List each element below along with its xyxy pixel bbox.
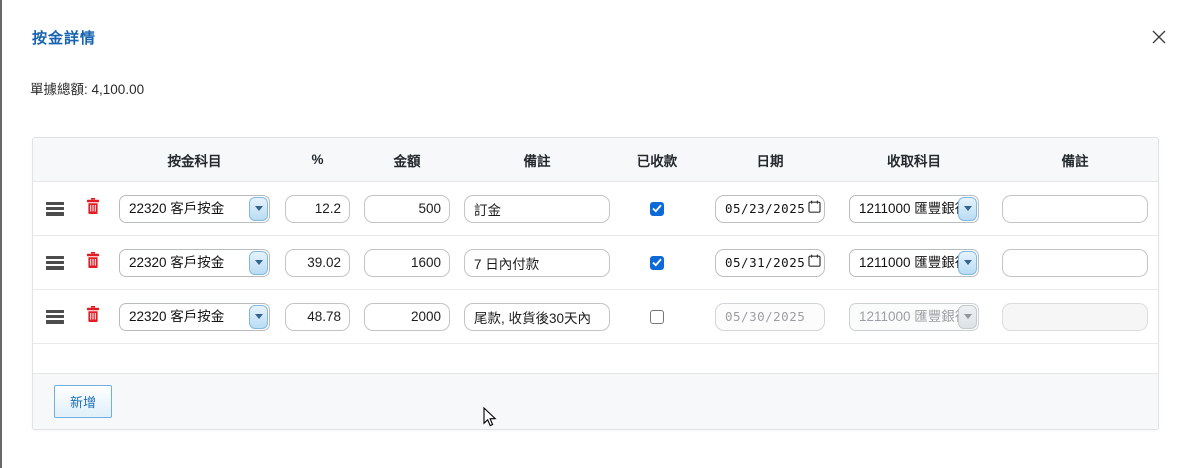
calendar-icon[interactable] — [808, 200, 821, 218]
deposit-account-value: 22320 客戶按金 — [129, 304, 224, 330]
dropdown-arrow-icon[interactable] — [958, 197, 977, 221]
document-total-value: 4,100.00 — [92, 82, 145, 97]
remark2-input — [1002, 303, 1148, 331]
collect-account-value: 1211000 匯豐銀行 — [859, 250, 968, 276]
dropdown-arrow-icon[interactable] — [249, 197, 268, 221]
collect-account-value: 1211000 匯豐銀行 — [859, 196, 968, 222]
header-date: 日期 — [715, 150, 825, 170]
header-deposit-account: 按金科目 — [119, 150, 270, 170]
table-row: 22320 客戶按金 05/31/2025 1211000 匯豐銀行 — [33, 236, 1158, 290]
header-remark2: 備註 — [1002, 150, 1148, 170]
drag-handle-icon[interactable] — [46, 256, 64, 270]
document-total: 單據總額: 4,100.00 — [30, 78, 144, 98]
remark2-input[interactable] — [1002, 249, 1148, 277]
received-checkbox[interactable] — [650, 202, 664, 216]
trash-icon[interactable] — [86, 306, 100, 327]
table-header-row: 按金科目 % 金額 備註 已收款 日期 收取科目 備註 — [33, 138, 1158, 182]
window-left-edge — [0, 0, 2, 468]
dropdown-arrow-icon[interactable] — [249, 251, 268, 275]
received-checkbox[interactable] — [650, 310, 664, 324]
remark-input[interactable] — [464, 249, 610, 277]
deposit-account-value: 22320 客戶按金 — [129, 250, 224, 276]
close-icon[interactable] — [1148, 26, 1170, 48]
deposit-account-select[interactable]: 22320 客戶按金 — [119, 195, 270, 223]
dropdown-arrow-icon[interactable] — [249, 305, 268, 329]
table-row: 22320 客戶按金 05/30/2025 1211000 匯豐銀行 — [33, 290, 1158, 344]
date-value: 05/30/2025 — [725, 309, 817, 324]
collect-account-select: 1211000 匯豐銀行 — [849, 303, 979, 331]
header-remark: 備註 — [464, 150, 610, 170]
calendar-icon[interactable] — [808, 254, 821, 272]
trash-icon[interactable] — [86, 252, 100, 273]
date-input[interactable]: 05/31/2025 — [715, 249, 825, 277]
dropdown-arrow-icon[interactable] — [958, 251, 977, 275]
percent-input[interactable] — [285, 249, 350, 277]
deposit-account-value: 22320 客戶按金 — [129, 196, 224, 222]
header-received: 已收款 — [620, 150, 694, 170]
deposit-account-select[interactable]: 22320 客戶按金 — [119, 303, 270, 331]
table-row: 22320 客戶按金 05/23/2025 1211000 匯豐銀行 — [33, 182, 1158, 236]
deposit-account-select[interactable]: 22320 客戶按金 — [119, 249, 270, 277]
date-input: 05/30/2025 — [715, 303, 825, 331]
table-footer: 新增 — [33, 373, 1158, 429]
amount-input[interactable] — [364, 195, 450, 223]
page-title: 按金詳情 — [32, 27, 96, 48]
deposit-details-modal: 按金詳情 單據總額: 4,100.00 按金科目 % 金額 備註 已收款 日期 … — [0, 0, 1191, 468]
remark-input[interactable] — [464, 303, 610, 331]
header-collect-account: 收取科目 — [849, 150, 979, 170]
date-value: 05/23/2025 — [725, 201, 805, 216]
collect-account-value: 1211000 匯豐銀行 — [859, 304, 968, 330]
collect-account-select[interactable]: 1211000 匯豐銀行 — [849, 249, 979, 277]
dropdown-arrow-icon — [958, 305, 977, 329]
drag-handle-icon[interactable] — [46, 310, 64, 324]
empty-row-area — [33, 344, 1158, 373]
remark2-input[interactable] — [1002, 195, 1148, 223]
trash-icon[interactable] — [86, 198, 100, 219]
percent-input[interactable] — [285, 195, 350, 223]
deposit-table: 按金科目 % 金額 備註 已收款 日期 收取科目 備註 22320 客戶按金 — [32, 137, 1159, 430]
header-amount: 金額 — [364, 150, 450, 170]
header-percent: % — [285, 152, 350, 167]
drag-handle-icon[interactable] — [46, 202, 64, 216]
received-checkbox[interactable] — [650, 256, 664, 270]
add-row-button[interactable]: 新增 — [54, 385, 112, 418]
date-value: 05/31/2025 — [725, 255, 805, 270]
amount-input[interactable] — [364, 303, 450, 331]
amount-input[interactable] — [364, 249, 450, 277]
document-total-label: 單據總額: — [30, 82, 88, 97]
percent-input[interactable] — [285, 303, 350, 331]
remark-input[interactable] — [464, 195, 610, 223]
date-input[interactable]: 05/23/2025 — [715, 195, 825, 223]
collect-account-select[interactable]: 1211000 匯豐銀行 — [849, 195, 979, 223]
